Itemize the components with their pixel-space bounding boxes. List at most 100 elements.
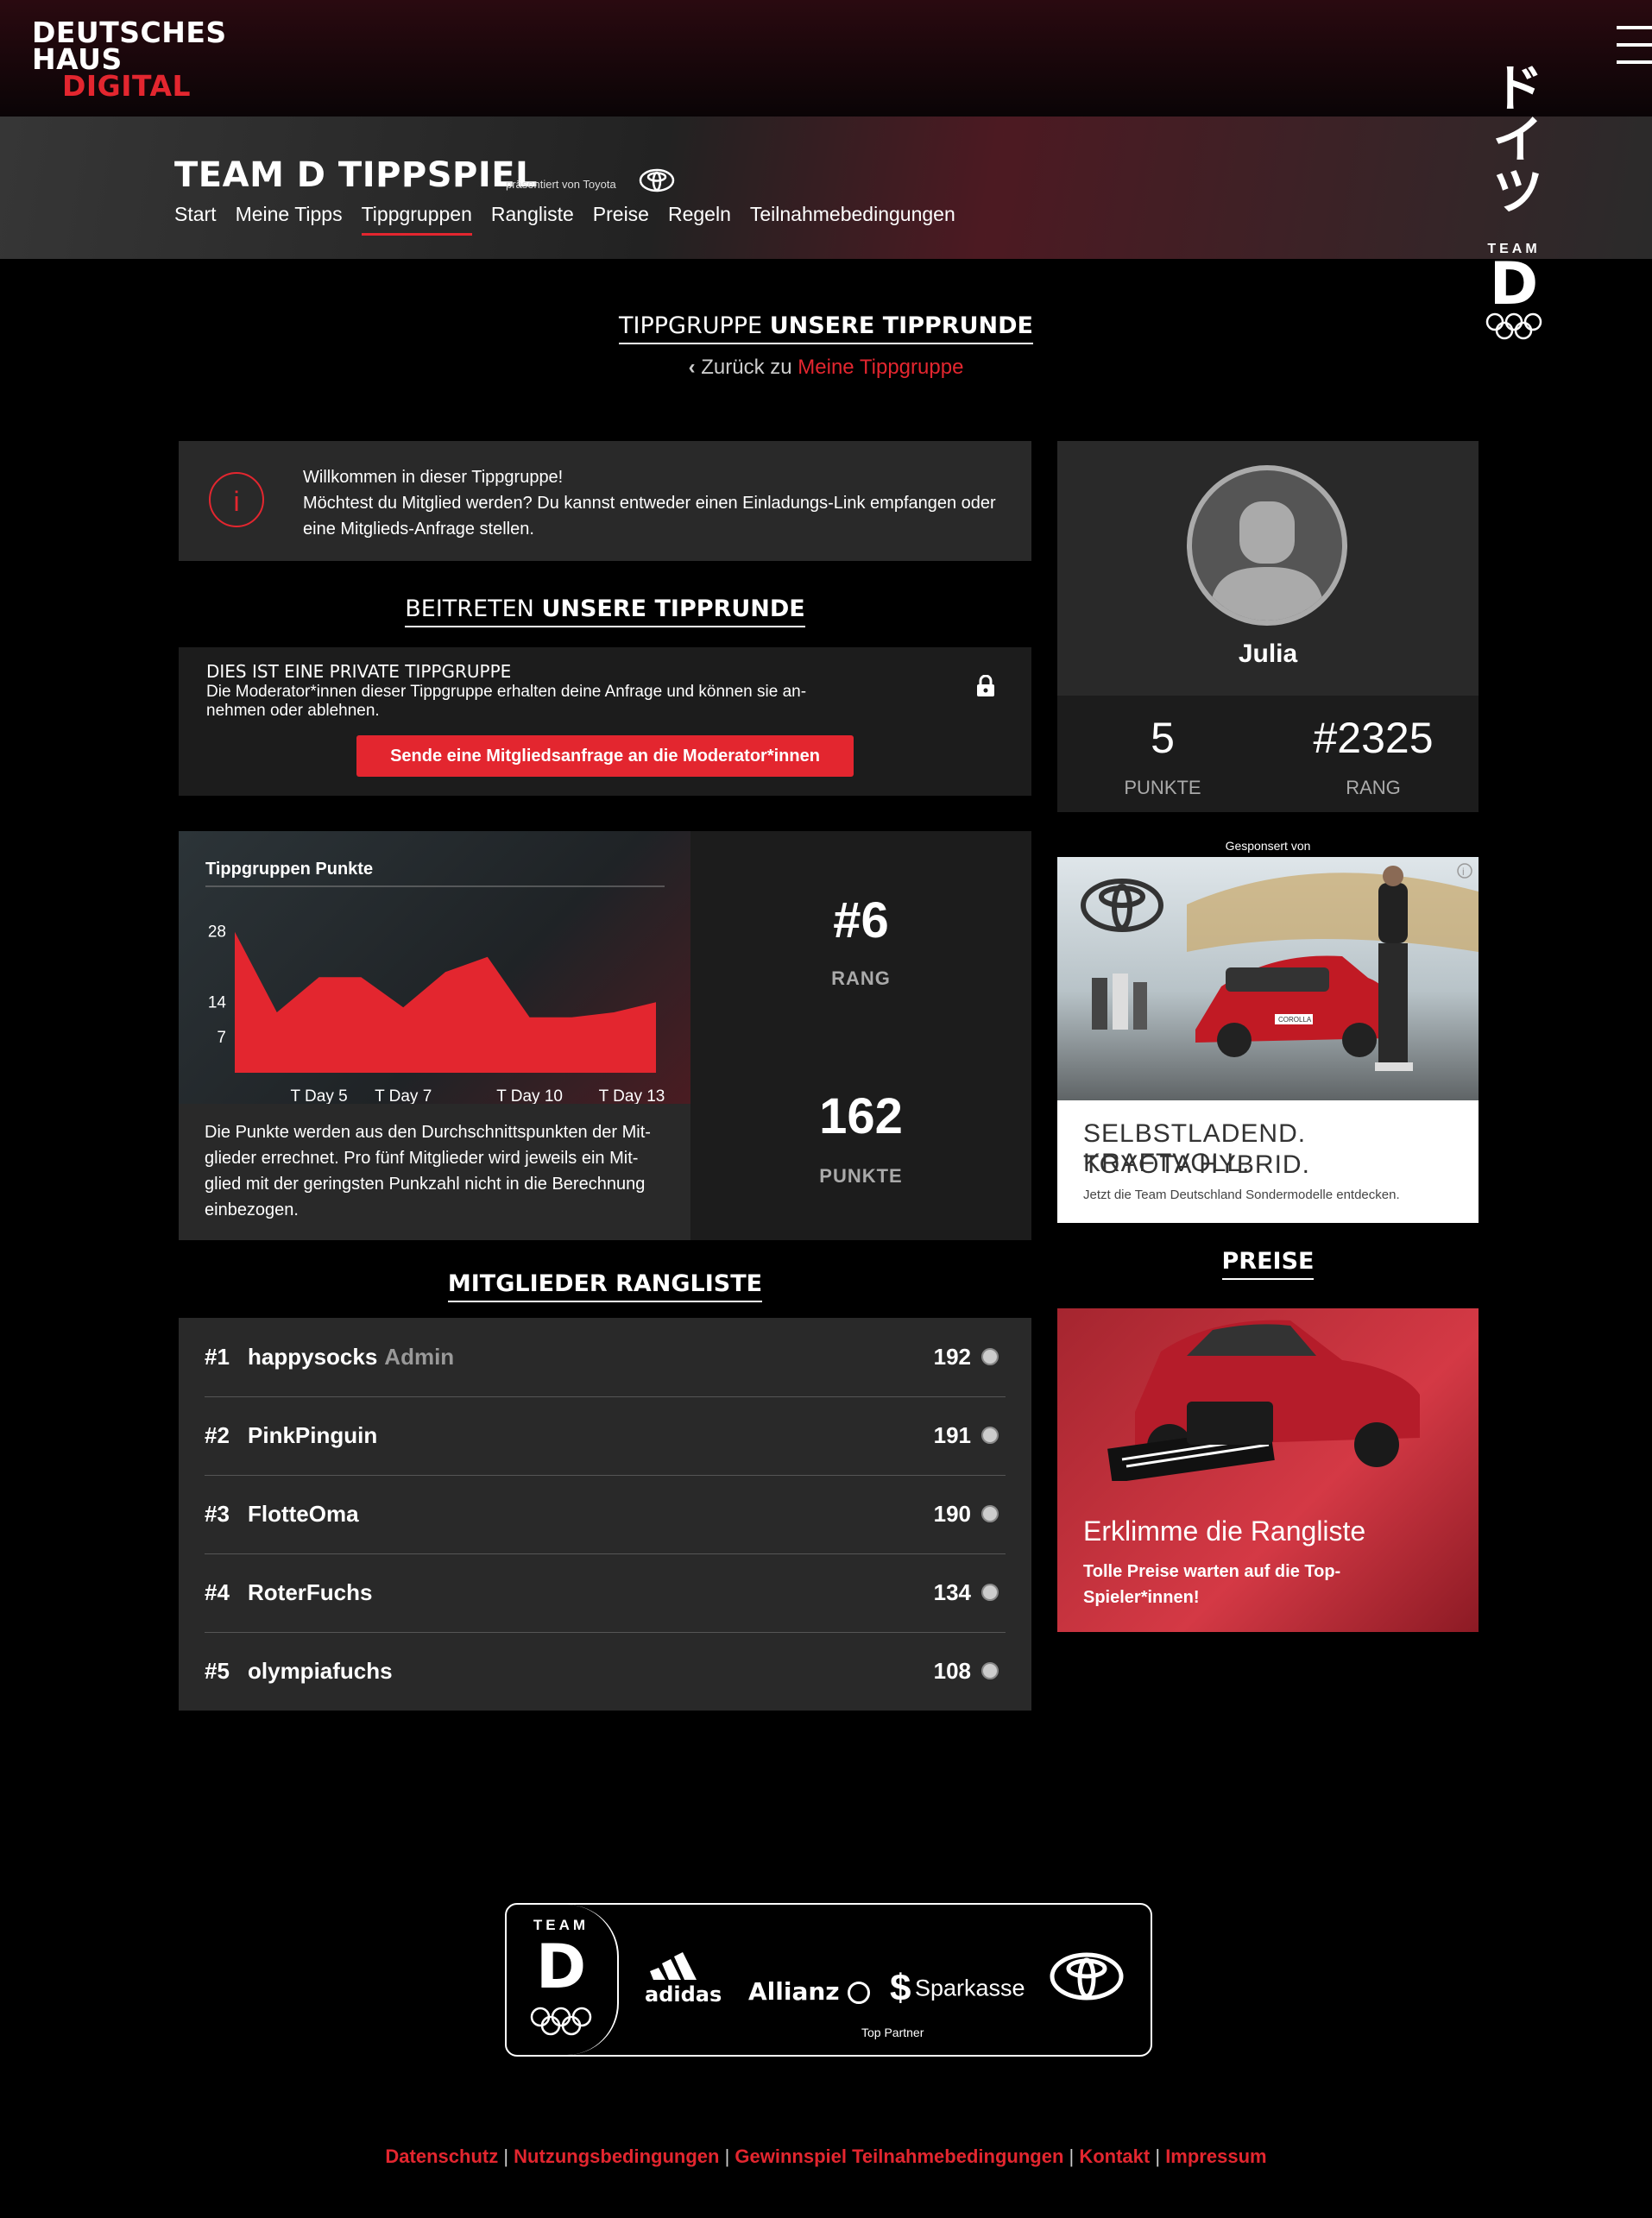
profile-rank-label: RANG [1346, 777, 1401, 798]
members-heading-text: MITGLIEDER RANGLISTE [447, 1270, 763, 1302]
join-heading-light: BEITRETEN [405, 595, 534, 622]
footer-link-kontakt[interactable]: Kontakt [1079, 2146, 1150, 2167]
chart-x-tick: T Day 5 [291, 1087, 348, 1104]
chart-description-panel: Die Punkte werden aus den Durchschnittsp… [179, 1104, 690, 1240]
footer-separator: | [719, 2146, 735, 2167]
points-coin-icon [981, 1505, 999, 1522]
member-row[interactable]: #3 FlotteOma 190 [205, 1475, 1006, 1554]
chart-description: Die Punkte werden aus den Durchschnittsp… [205, 1123, 651, 1219]
points-coin-icon [981, 1427, 999, 1444]
private-group-panel: DIES IST EINE PRIVATE TIPPGRUPPE Die Mod… [179, 647, 1031, 796]
prize-car-image [1107, 1320, 1420, 1481]
member-name: olympiafuchs [248, 1658, 393, 1684]
presented-by: präsentiert von Toyota [506, 178, 616, 191]
nav-teilnahmebedingungen[interactable]: Teilnahmebedingungen [750, 203, 955, 236]
info-icon: i [209, 472, 264, 527]
welcome-line-1: Willkommen in dieser Tippgruppe! [303, 468, 564, 487]
prizes-heading-text: PREISE [1221, 1248, 1315, 1280]
hamburger-menu-icon[interactable] [1617, 26, 1652, 67]
footer-link-datenschutz[interactable]: Datenschutz [385, 2146, 498, 2167]
chart-x-tick: T Day 7 [375, 1087, 432, 1104]
adidas-logo[interactable]: adidas [645, 1952, 722, 2007]
chart-svg: Tippgruppen Punkte 7 14 28 T Day 5 T Day 7 T … [205, 860, 665, 1106]
ad-headline-2: TOYOTA HYBRID. [1083, 1150, 1310, 1179]
nav-regeln[interactable]: Regeln [668, 203, 731, 236]
sponsored-label: Gesponsert von [1225, 839, 1311, 853]
member-row[interactable]: #1 happysocks Admin 192 [205, 1318, 1006, 1397]
chart-y-tick: 14 [208, 993, 227, 1011]
allianz-logo[interactable]: Allianz [748, 1977, 871, 2006]
allianz-text: Allianz [748, 1977, 840, 2006]
member-position: #3 [205, 1501, 230, 1527]
nav-start[interactable]: Start [174, 203, 217, 236]
members-list: #1 happysocks Admin 192 #2 PinkPinguin 191 #3 Fl… [179, 1318, 1031, 1711]
top-bar [0, 0, 1652, 117]
top-partner-label: Top Partner [861, 2026, 924, 2039]
prizes-teaser[interactable]: Erklimme die Rangliste Tolle Preise wart… [1057, 1308, 1479, 1632]
footer-link-gewinnspiel-teilnahmebedingungen[interactable]: Gewinnspiel Teilnahmebedingungen [735, 2146, 1063, 2167]
chart-title: Tippgruppen Punkte [205, 860, 373, 879]
profile-stats: 5 PUNKTE #2325 RANG [1057, 696, 1479, 812]
send-membership-request-button[interactable]: Sende eine Mitgliedsanfrage an die Moder… [356, 735, 854, 777]
member-row[interactable]: #5 olympiafuchs 108 [205, 1632, 1006, 1711]
points-coin-icon [981, 1662, 999, 1679]
member-name: FlotteOma [248, 1501, 359, 1527]
ad-subline: Jetzt die Team Deutschland Sondermodelle… [1083, 1188, 1400, 1202]
prizes-title: Erklimme die Rangliste [1083, 1515, 1366, 1547]
member-points: 134 [933, 1579, 971, 1605]
welcome-text: Willkommen in dieser Tippgruppe! Möchtes… [303, 464, 1011, 542]
nav-meine-tipps[interactable]: Meine Tipps [236, 203, 343, 236]
back-prefix: Zurück zu [701, 356, 792, 379]
nav-rangliste[interactable]: Rangliste [491, 203, 574, 236]
join-heading-bold: UNSERE TIPPRUNDE [541, 595, 805, 622]
footer-separator: | [1150, 2146, 1166, 2167]
member-name: RoterFuchs [248, 1579, 373, 1605]
main-nav: Start Meine Tipps Tippgruppen Rangliste Prei… [174, 203, 955, 236]
member-points: 191 [933, 1422, 971, 1448]
member-position: #1 [205, 1344, 230, 1370]
chevron-left-icon: ‹ [688, 356, 696, 379]
points-coin-icon [981, 1584, 999, 1601]
profile-name: Julia [1238, 640, 1298, 668]
member-name: PinkPinguin [248, 1422, 378, 1448]
member-row[interactable]: #2 PinkPinguin 191 [205, 1396, 1006, 1476]
profile-points-label: PUNKTE [1124, 777, 1201, 798]
private-text: Die Moderator*innen dieser Tippgruppe er… [206, 683, 807, 720]
allianz-eagle-icon [848, 1982, 871, 2004]
japan-text: ドイツ [1485, 60, 1542, 216]
deutsches-haus-digital-logo[interactable]: DEUTSCHES HAUS DIGITAL [32, 18, 227, 100]
nav-preise[interactable]: Preise [593, 203, 649, 236]
team-d-partner-box: TEAM D [507, 1905, 619, 2055]
member-name-wrap: happysocks Admin [248, 1344, 454, 1370]
group-heading-light: TIPPGRUPPE [619, 312, 763, 339]
toyota-logo-icon[interactable] [1049, 1951, 1125, 2001]
chart-area-series [235, 931, 656, 1073]
profile-rank: #2325 [1313, 714, 1434, 762]
member-admin-tag: Admin [384, 1344, 455, 1370]
toyota-ad[interactable]: COROLLA i SELBSTLADEND. KRAFTVOLL. TOYOT… [1057, 857, 1479, 1223]
footer-link-impressum[interactable]: Impressum [1165, 2146, 1266, 2167]
chart-x-tick: T Day 10 [496, 1087, 563, 1104]
sparkasse-logo[interactable]: $ Sparkasse [890, 1967, 1025, 2010]
group-rank: #6 [833, 892, 889, 948]
page-title: TEAM D TIPPSPIEL [174, 155, 539, 195]
sparkasse-s-icon: $ [890, 1967, 911, 2009]
my-group-link[interactable]: Meine Tippgruppe [798, 356, 963, 379]
toyota-logo-icon [639, 168, 675, 192]
prizes-heading: PREISE [1057, 1248, 1479, 1280]
nav-tippgruppen[interactable]: Tippgruppen [361, 203, 472, 236]
chart-x-tick: T Day 13 [599, 1087, 665, 1104]
group-heading: TIPPGRUPPE UNSERE TIPPRUNDE [0, 312, 1652, 344]
group-points-chart: Tippgruppen Punkte 7 14 28 T Day 5 T Day 7 T … [179, 831, 690, 1106]
member-row[interactable]: #4 RoterFuchs 134 [205, 1553, 1006, 1633]
group-rank-label: RANG [831, 967, 891, 989]
footer-separator: | [1063, 2146, 1080, 2167]
member-points: 192 [933, 1344, 971, 1370]
ad-image: COROLLA i [1057, 857, 1479, 1100]
footer-link-nutzungsbedingungen[interactable]: Nutzungsbedingungen [514, 2146, 719, 2167]
sparkasse-text: Sparkasse [914, 1975, 1025, 2001]
svg-text:i: i [1462, 866, 1465, 878]
user-profile-panel: Julia 5 PUNKTE #2325 RANG [1057, 441, 1479, 812]
profile-points: 5 [1151, 714, 1175, 762]
ad-car-plate: COROLLA [1278, 1016, 1312, 1024]
